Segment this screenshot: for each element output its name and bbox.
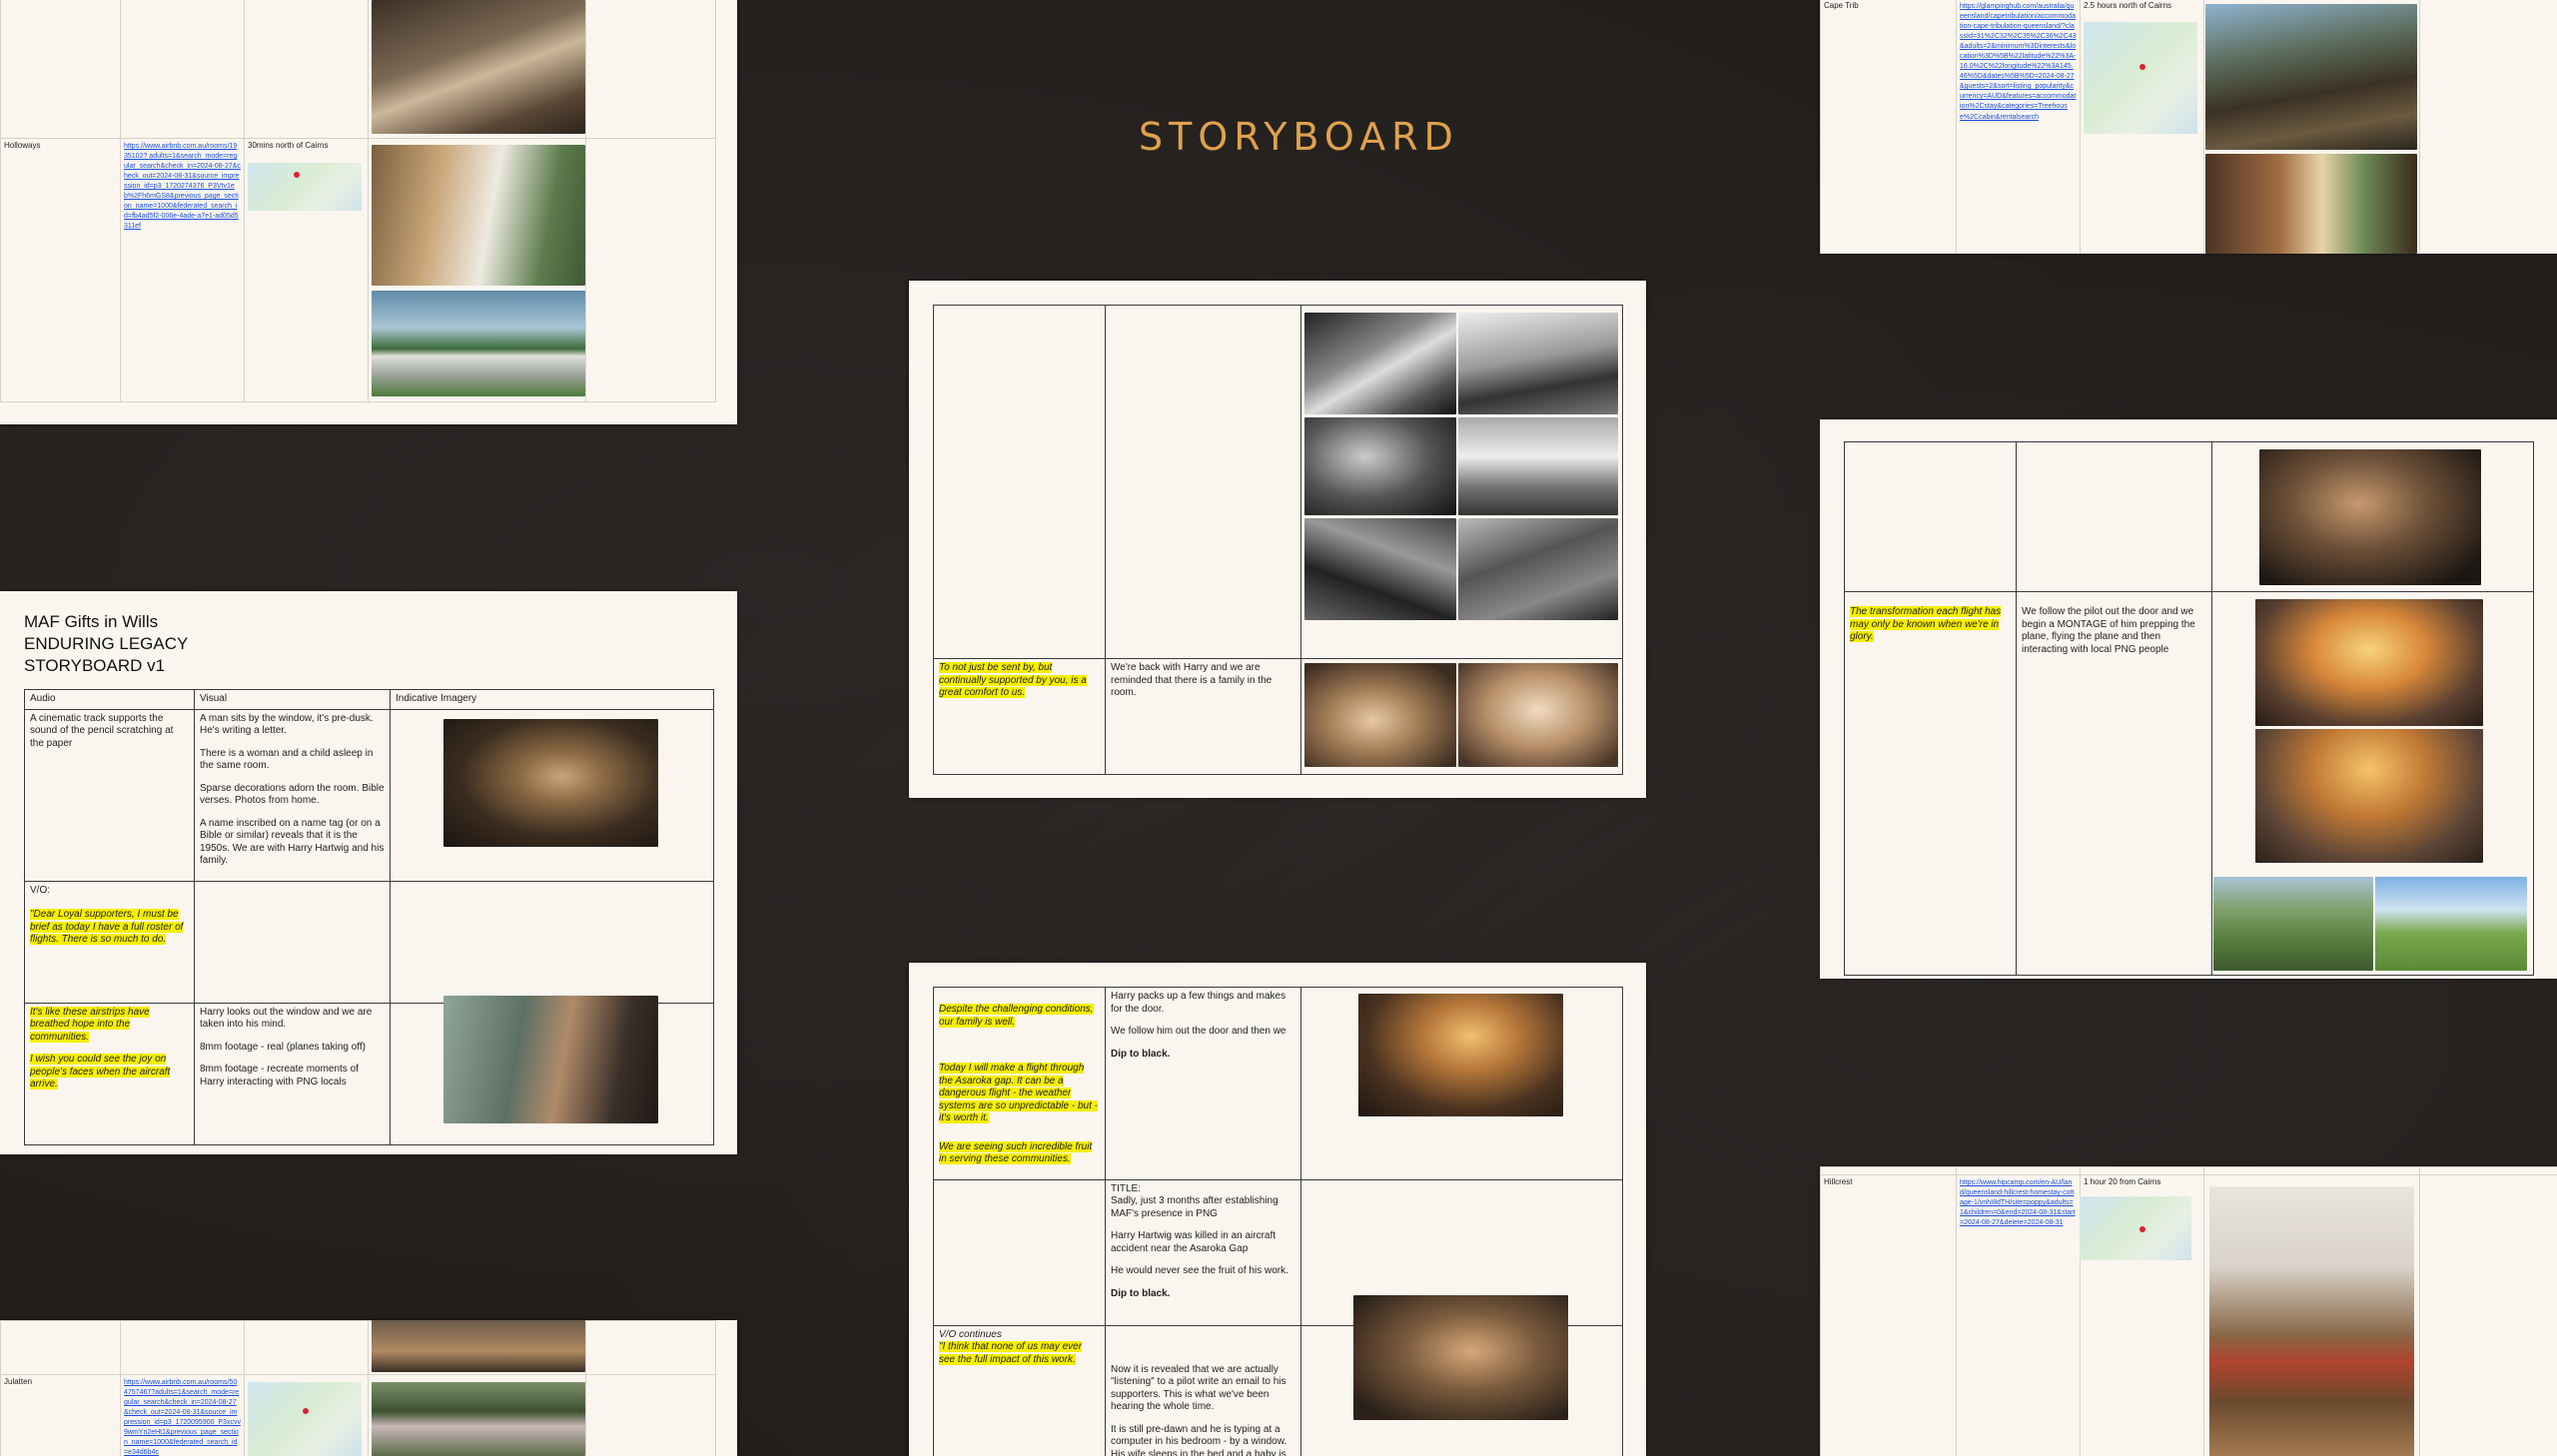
column-header-audio: Audio <box>24 689 195 710</box>
slide-final-flight: Despite the challenging conditions, our … <box>909 963 1646 1456</box>
doc-title-line-2: ENDURING LEGACY <box>24 634 189 653</box>
slide-family-reminder: To not just be sent by, but continually … <box>909 281 1646 798</box>
visual-cell: Now it is revealed that we are actually … <box>1105 1324 1301 1456</box>
interior-room-image <box>372 0 585 134</box>
mountain-airstrip-image <box>2213 877 2373 971</box>
map-pin-icon <box>303 1408 309 1414</box>
column-header-imagery: Indicative Imagery <box>390 689 714 710</box>
sunset-image <box>372 1320 585 1372</box>
crowd-gathering-image <box>1304 518 1456 620</box>
treehouse-exterior-image <box>2205 4 2417 150</box>
pilot-typing-laptop-image <box>1353 1295 1568 1420</box>
distance-note: 2.5 hours north of Cairns <box>2084 1 2172 10</box>
accommodation-name: Holloways <box>0 138 121 402</box>
accommodation-link[interactable]: https://www.airbnb.com.au/rooms/1935102?… <box>124 143 241 230</box>
distance-note: 1 hour 20 from Cairns <box>2084 1177 2161 1186</box>
distance-note: 30mins north of Cairns <box>248 141 329 150</box>
audio-cell: The transformation each flight has may o… <box>1844 591 2017 976</box>
woman-asleep-image <box>1458 663 1618 767</box>
treehouse-interior-image <box>2205 154 2417 254</box>
location-map <box>248 1382 362 1456</box>
slide-montage: The transformation each flight has may o… <box>1820 419 2557 979</box>
man-walking-village-image <box>1358 994 1563 1116</box>
visual-cell: We follow the pilot out the door and we … <box>2016 591 2212 976</box>
audio-cell: V/O continues "I think that none of us m… <box>933 1324 1106 1456</box>
visual-cell: Harry packs up a few things and makes fo… <box>1105 987 1301 1180</box>
child-asleep-crib-image <box>1304 663 1456 767</box>
visual-cell: A man sits by the window, it's pre-dusk.… <box>194 708 391 882</box>
audio-cell: V/O: "Dear Loyal supporters, I must be b… <box>24 880 195 1004</box>
slide-accommodation-hillcrest: Hillcrest https://www.hipcamp.com/en-AU/… <box>1820 1166 2557 1456</box>
accommodation-link[interactable]: https://www.hipcamp.com/en-AU/land/queen… <box>1960 1179 2076 1226</box>
slide-accommodation-julatten: Julatten https://www.airbnb.com.au/rooms… <box>0 1320 737 1456</box>
man-at-window-image <box>443 996 658 1123</box>
location-map <box>2080 1196 2191 1260</box>
map-pin-icon <box>2139 1226 2145 1232</box>
man-writing-letter-image <box>443 719 658 847</box>
column-header-visual: Visual <box>194 689 391 710</box>
plane-in-flight-image <box>1458 417 1618 515</box>
pilot-prepping-plane-image <box>2255 729 2483 863</box>
vo-label: V/O: <box>30 884 51 896</box>
visual-cell: Harry looks out the window and we are ta… <box>194 1002 391 1145</box>
location-map <box>248 163 362 211</box>
living-room-image <box>372 145 585 286</box>
archway-interior-image <box>2209 1186 2414 1456</box>
doc-title-line-1: MAF Gifts in Wills <box>24 612 159 631</box>
house-exterior-image <box>372 1382 585 1456</box>
title-card-cell: TITLE: Sadly, just 3 months after establ… <box>1105 1178 1301 1326</box>
pilot-walking-to-plane-image <box>2255 599 2483 726</box>
audio-cell: A cinematic track supports the sound of … <box>24 708 195 882</box>
slide-accommodation-holloways: Holloways https://www.airbnb.com.au/room… <box>0 0 737 424</box>
village-celebration-image <box>1458 518 1618 620</box>
doc-title-line-3: STORYBOARD v1 <box>24 656 166 675</box>
map-pin-icon <box>294 172 300 178</box>
audio-cell: It's like these airstrips have breathed … <box>24 1002 195 1145</box>
page-title: STORYBOARD <box>1139 115 1459 159</box>
vintage-plane-closeup-image <box>1458 313 1618 414</box>
visual-cell: We're back with Harry and we are reminde… <box>1105 658 1301 775</box>
slide-accommodation-cape-trib: Cape Trib https://glampinghub.com/austra… <box>1820 0 2557 254</box>
vo-quote: "Dear Loyal supporters, I must be brief … <box>30 909 184 945</box>
accommodation-link[interactable]: https://glampinghub.com/australia/queens… <box>1960 3 2077 121</box>
audio-cell: Despite the challenging conditions, our … <box>933 987 1106 1180</box>
plane-on-grass-image <box>2375 877 2527 971</box>
vintage-plane-boarding-image <box>1304 313 1456 414</box>
accommodation-name: Cape Trib <box>1820 0 1957 254</box>
cottage-exterior-image <box>372 291 585 396</box>
accommodation-name: Julatten <box>0 1374 121 1456</box>
accommodation-link[interactable]: https://www.airbnb.com.au/rooms/50475746… <box>124 1379 241 1456</box>
slide-storyboard-v1: MAF Gifts in Wills ENDURING LEGACY STORY… <box>0 591 737 1154</box>
audio-cell: To not just be sent by, but continually … <box>933 658 1106 775</box>
hands-on-laptop-image <box>2259 449 2481 585</box>
accommodation-name: Hillcrest <box>1820 1174 1957 1456</box>
pilot-hands-image <box>1304 417 1456 515</box>
map-pin-icon <box>2139 64 2145 70</box>
location-map <box>2084 22 2197 134</box>
